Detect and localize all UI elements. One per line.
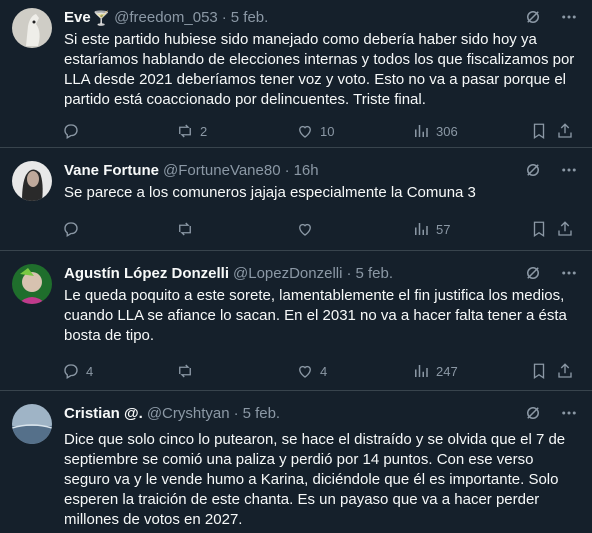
views-button[interactable]: 306 <box>412 122 458 140</box>
views-icon <box>415 125 428 137</box>
view-count: 247 <box>436 363 458 379</box>
display-name[interactable]: Cristian @. <box>64 404 143 424</box>
handle[interactable]: @freedom_053 <box>114 8 218 28</box>
retweet-count: 2 <box>200 123 208 139</box>
grok-icon[interactable] <box>524 8 542 26</box>
bookmark-button[interactable] <box>530 362 548 380</box>
tweet[interactable]: Vane Fortune @FortuneVane80 · 16h Se par… <box>0 148 592 251</box>
bookmark-button[interactable] <box>530 220 548 238</box>
share-icon <box>558 363 572 378</box>
share-icon <box>558 221 572 236</box>
view-count: 306 <box>436 123 458 139</box>
name-emoji: 🍸 <box>92 10 111 26</box>
tweet[interactable]: Eve 🍸 @freedom_053 · 5 feb. Si este part… <box>0 0 592 148</box>
reply-button[interactable] <box>62 220 86 238</box>
bookmark-icon <box>533 363 545 380</box>
retweet-icon <box>179 364 191 378</box>
display-name[interactable]: Vane Fortune <box>64 161 159 181</box>
retweet-icon <box>179 222 191 236</box>
avatar[interactable] <box>12 404 52 444</box>
handle[interactable]: @Cryshtyan <box>147 404 230 424</box>
separator-dot: · <box>221 9 227 26</box>
reply-count: 4 <box>86 363 94 379</box>
avatar[interactable] <box>12 264 52 304</box>
display-name[interactable]: Eve <box>64 8 91 28</box>
heart-icon <box>299 365 311 378</box>
reply-icon <box>64 124 78 139</box>
more-options-icon[interactable] <box>560 8 578 26</box>
tweet-text: Se parece a los comuneros jajaja especia… <box>64 184 476 201</box>
tweet[interactable]: Agustín López Donzelli @LopezDonzelli · … <box>0 251 592 391</box>
like-button[interactable]: 4 <box>296 362 327 380</box>
retweet-button[interactable] <box>176 220 200 238</box>
like-count: 10 <box>320 123 335 139</box>
bookmark-button[interactable] <box>530 122 548 140</box>
views-button[interactable]: 247 <box>412 362 458 380</box>
reply-button[interactable] <box>62 122 86 140</box>
share-button[interactable] <box>556 220 574 238</box>
timestamp[interactable]: 5 feb. <box>243 404 281 424</box>
views-icon <box>415 365 428 377</box>
avatar[interactable] <box>12 161 52 201</box>
grok-icon[interactable] <box>524 264 542 282</box>
like-button[interactable]: 10 <box>296 122 334 140</box>
bookmark-icon <box>533 123 545 140</box>
more-options-icon[interactable] <box>560 404 578 422</box>
reply-icon <box>64 222 78 237</box>
tweet[interactable]: Cristian @. @Cryshtyan · 5 feb. Dice que… <box>0 391 592 533</box>
share-button[interactable] <box>556 362 574 380</box>
reply-icon <box>64 364 78 379</box>
separator-dot: · <box>346 265 352 282</box>
heart-icon <box>299 125 311 138</box>
retweet-button[interactable]: 2 <box>176 122 207 140</box>
views-icon <box>415 223 428 235</box>
avatar[interactable] <box>12 8 52 48</box>
views-button[interactable]: 57 <box>412 220 450 238</box>
tweet-text: Le queda poquito a este sorete, lamentab… <box>64 287 567 344</box>
share-button[interactable] <box>556 122 574 140</box>
separator-dot: · <box>233 405 239 422</box>
grok-icon[interactable] <box>524 161 542 179</box>
retweet-icon <box>179 124 191 138</box>
handle[interactable]: @LopezDonzelli <box>233 264 342 284</box>
like-button[interactable] <box>296 220 320 238</box>
tweet-text: Si este partido hubiese sido manejado co… <box>64 31 575 108</box>
retweet-button[interactable] <box>176 362 200 380</box>
like-count: 4 <box>320 363 328 379</box>
more-options-icon[interactable] <box>560 161 578 179</box>
bookmark-icon <box>533 221 545 238</box>
heart-icon <box>299 223 311 236</box>
grok-icon[interactable] <box>524 404 542 422</box>
separator-dot: · <box>284 162 290 179</box>
reply-button[interactable]: 4 <box>62 362 93 380</box>
view-count: 57 <box>436 221 451 237</box>
handle[interactable]: @FortuneVane80 <box>163 161 281 181</box>
display-name[interactable]: Agustín López Donzelli <box>64 264 229 284</box>
timestamp[interactable]: 16h <box>294 161 319 181</box>
timestamp[interactable]: 5 feb. <box>355 264 393 284</box>
more-options-icon[interactable] <box>560 264 578 282</box>
tweet-text: Dice que solo cinco lo putearon, se hace… <box>64 431 566 528</box>
timestamp[interactable]: 5 feb. <box>231 8 269 28</box>
share-icon <box>558 123 572 138</box>
